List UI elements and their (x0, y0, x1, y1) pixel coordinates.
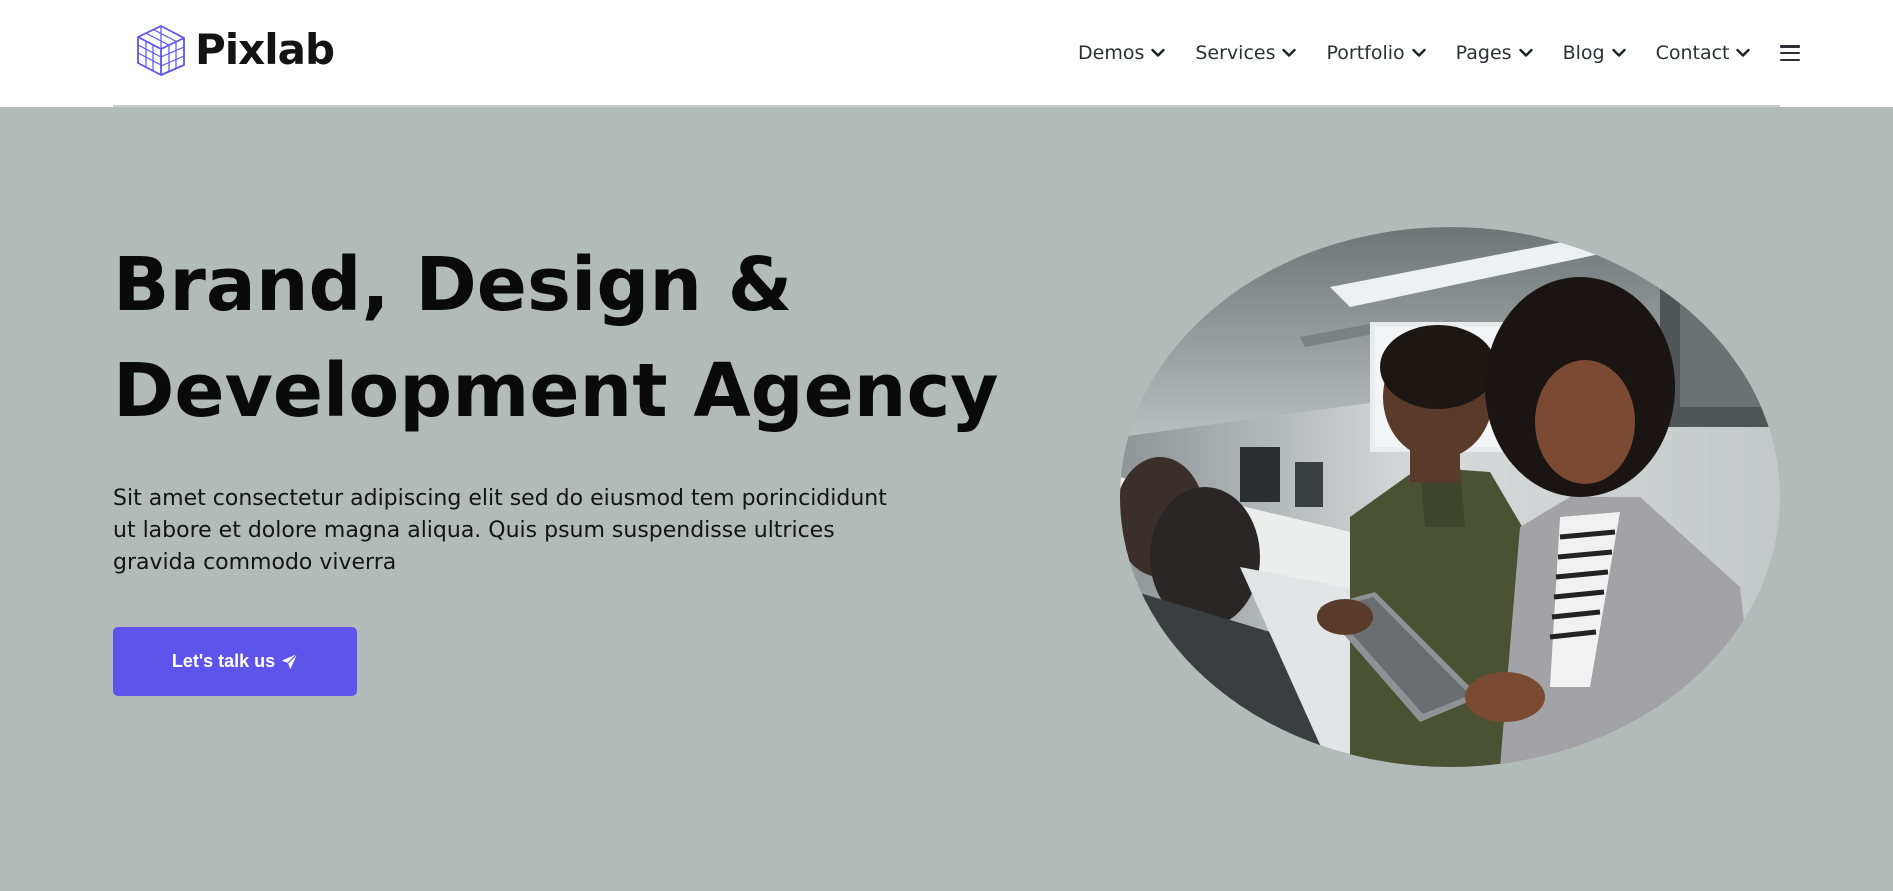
chevron-down-icon (1151, 48, 1166, 57)
hero-title-line-2: Development Agency (113, 348, 999, 434)
nav-item-label: Pages (1455, 42, 1512, 64)
nav-item-pages[interactable]: Pages (1456, 42, 1533, 64)
hero-description: Sit amet consectetur adipiscing elit sed… (113, 486, 887, 575)
hero-photo (1120, 227, 1780, 767)
header-divider (113, 105, 1780, 107)
cta-label: Let's talk us (171, 651, 276, 671)
hero-title-line-1: Brand, Design & (113, 242, 793, 328)
nav-item-label: Demos (1078, 42, 1145, 64)
nav-item-label: Portfolio (1326, 42, 1405, 64)
nav-item-demos[interactable]: Demos (1078, 42, 1166, 64)
office-colleagues-photo (1120, 227, 1780, 767)
nav-item-label: Contact (1655, 42, 1730, 64)
hamburger-menu-icon[interactable] (1780, 45, 1801, 61)
main-navigation: Demos Services Portfolio Pages Blog Cont… (1078, 38, 1801, 68)
chevron-down-icon (1411, 48, 1426, 57)
lets-talk-button[interactable]: Let's talk us (113, 627, 357, 696)
paper-plane-icon (282, 653, 298, 670)
site-header: Pixlab Demos Services Portfolio Pages Bl… (0, 0, 1893, 107)
brand-logo[interactable]: Pixlab (135, 22, 335, 78)
nav-item-services[interactable]: Services (1195, 42, 1297, 64)
nav-item-portfolio[interactable]: Portfolio (1326, 42, 1426, 64)
nav-item-contact[interactable]: Contact (1656, 42, 1751, 64)
nav-item-label: Blog (1562, 42, 1605, 64)
isometric-grid-cube-icon (137, 25, 185, 76)
chevron-down-icon (1518, 48, 1533, 57)
brand-name: Pixlab (195, 25, 335, 74)
chevron-down-icon (1611, 48, 1626, 57)
chevron-down-icon (1282, 48, 1297, 57)
nav-item-blog[interactable]: Blog (1563, 42, 1626, 64)
chevron-down-icon (1736, 48, 1751, 57)
nav-item-label: Services (1195, 42, 1276, 64)
hero-title: Brand, Design & Development Agency (113, 232, 1013, 444)
